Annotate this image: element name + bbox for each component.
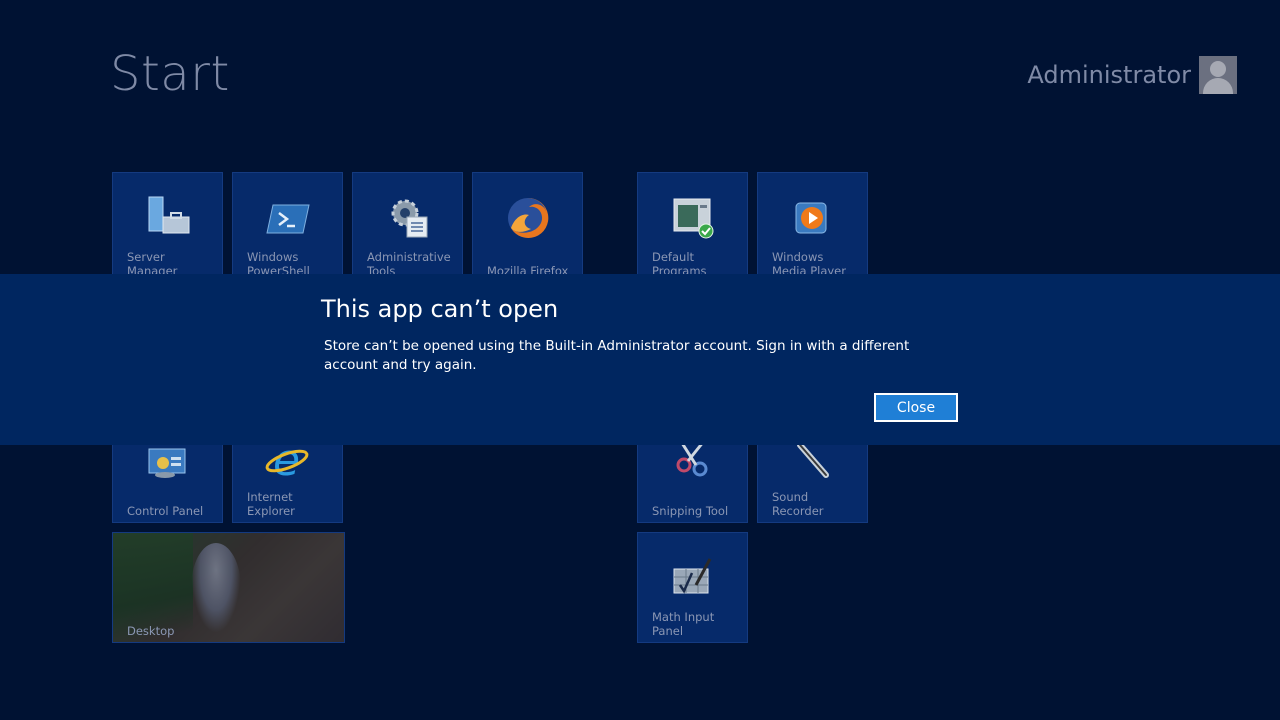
tile-label: Sound Recorder [772, 490, 824, 518]
tile-desktop[interactable]: Desktop [112, 532, 345, 643]
user-name: Administrator [1027, 61, 1191, 89]
powershell-icon [265, 204, 310, 234]
tile-label: Math Input Panel [652, 610, 715, 638]
tile-windows-powershell[interactable]: Windows PowerShell [232, 172, 343, 283]
administrative-tools-icon [391, 199, 427, 238]
avatar[interactable] [1199, 56, 1237, 94]
user-account[interactable]: Administrator [1027, 56, 1237, 94]
tile-label: Internet Explorer [247, 490, 295, 518]
tile-math-input-panel[interactable]: Math Input Panel [637, 532, 748, 643]
tile-mozilla-firefox[interactable]: Mozilla Firefox [472, 172, 583, 283]
firefox-icon [507, 197, 548, 238]
tile-label: Desktop [127, 624, 175, 638]
tile-label: Control Panel [127, 504, 204, 518]
page-title: Start [110, 46, 230, 102]
start-screen: Start Administrator Server Manager Windo… [0, 0, 1280, 720]
tile-administrative-tools[interactable]: Administrative Tools [352, 172, 463, 283]
media-player-icon [795, 202, 826, 234]
tile-windows-media-player[interactable]: Windows Media Player [757, 172, 868, 283]
error-dialog: This app can’t open Store can’t be opene… [0, 274, 1280, 445]
tile-server-manager[interactable]: Server Manager [112, 172, 223, 283]
math-input-icon [673, 558, 711, 594]
default-programs-icon [673, 198, 713, 239]
server-manager-icon [148, 196, 189, 234]
dialog-message: Store can’t be opened using the Built-in… [324, 338, 910, 373]
close-button[interactable]: Close [874, 393, 958, 422]
tile-default-programs[interactable]: Default Programs [637, 172, 748, 283]
dialog-title: This app can’t open [321, 295, 559, 323]
tile-label: Snipping Tool [652, 504, 729, 518]
